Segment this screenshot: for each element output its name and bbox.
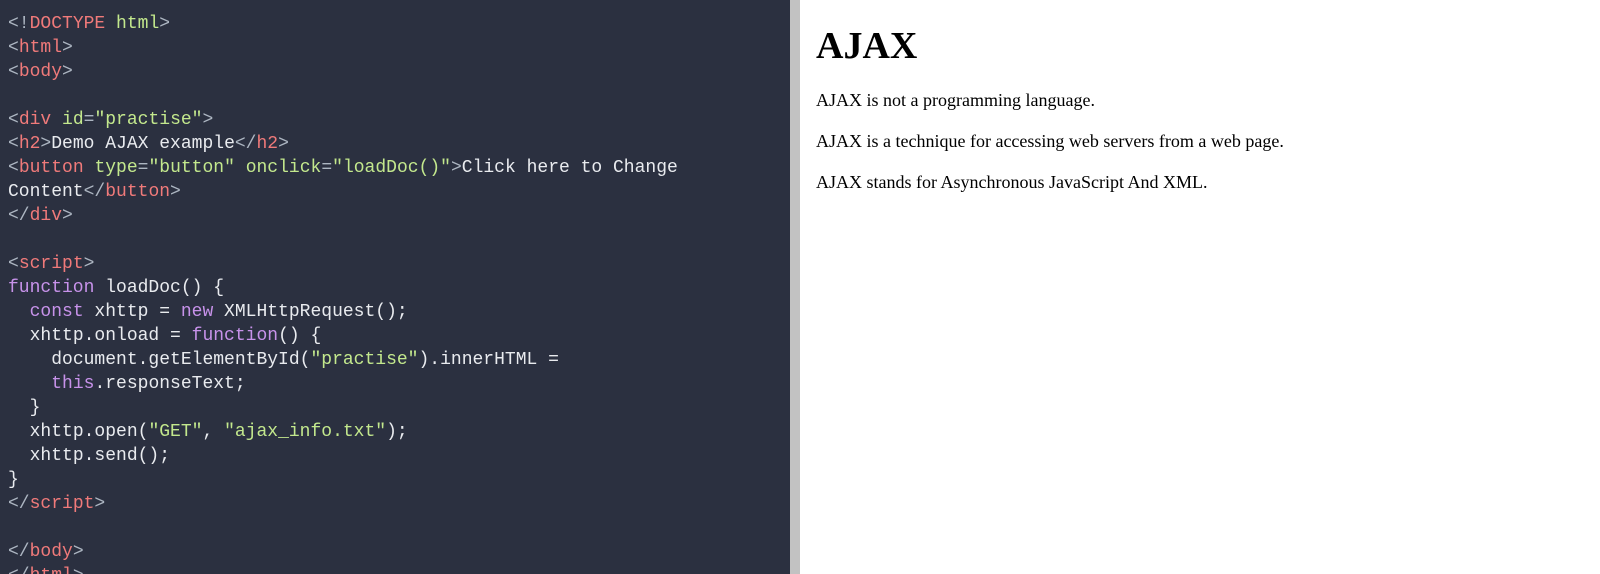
source-code[interactable]: <!DOCTYPE html> <html> <body> <div id="p… (8, 12, 782, 574)
preview-paragraph: AJAX is a technique for accessing web se… (816, 131, 1584, 152)
preview-pane: AJAX AJAX is not a programming language.… (800, 0, 1600, 574)
preview-paragraph: AJAX stands for Asynchronous JavaScript … (816, 172, 1584, 193)
preview-paragraph: AJAX is not a programming language. (816, 90, 1584, 111)
preview-heading: AJAX (816, 24, 1584, 68)
code-editor-pane[interactable]: <!DOCTYPE html> <html> <body> <div id="p… (0, 0, 790, 574)
pane-divider[interactable] (790, 0, 800, 574)
